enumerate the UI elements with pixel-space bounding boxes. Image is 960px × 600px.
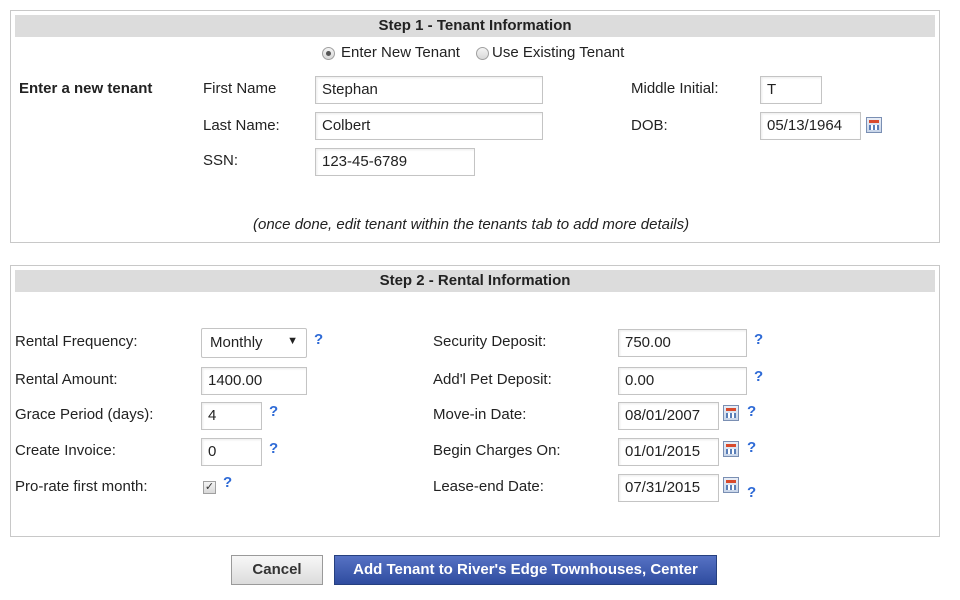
first-name-input[interactable]: Stephan [315,76,543,104]
rental-amount-input[interactable]: 1400.00 [201,367,307,395]
use-existing-tenant-label[interactable]: Use Existing Tenant [492,44,624,61]
help-icon[interactable]: ? [754,331,763,348]
help-icon[interactable]: ? [269,403,278,420]
pet-deposit-input[interactable]: 0.00 [618,367,747,395]
begin-charges-input[interactable]: 01/01/2015 [618,438,719,466]
create-invoice-input[interactable]: 0 [201,438,262,466]
move-in-date-label: Move-in Date: [433,406,527,423]
middle-initial-input[interactable]: T [760,76,822,104]
ssn-label: SSN: [203,152,239,169]
tenant-note: (once done, edit tenant within the tenan… [253,216,690,233]
last-name-input[interactable]: Colbert [315,112,543,140]
dob-label: DOB: [631,117,668,134]
calendar-icon[interactable] [723,441,739,457]
security-deposit-label: Security Deposit: [433,333,547,350]
pet-deposit-label: Add'l Pet Deposit: [433,371,552,388]
create-invoice-label: Create Invoice: [15,442,116,459]
prorate-label: Pro-rate first month: [15,478,148,495]
step1-header: Step 1 - Tenant Information [15,15,935,37]
rental-frequency-label: Rental Frequency: [15,333,138,350]
calendar-icon[interactable] [723,405,739,421]
rental-frequency-select[interactable]: Monthly ▼ [201,328,307,358]
first-name-label: First Name [203,80,277,97]
calendar-icon[interactable] [723,477,739,493]
help-icon[interactable]: ? [747,484,756,501]
use-existing-tenant-radio[interactable] [476,47,489,60]
help-icon[interactable]: ? [314,331,323,348]
cancel-button[interactable]: Cancel [231,555,323,585]
last-name-label: Last Name: [203,117,280,134]
lease-end-date-label: Lease-end Date: [433,478,544,495]
rental-information-panel: Step 2 - Rental Information Rental Frequ… [10,265,940,537]
enter-new-tenant-section-label: Enter a new tenant [19,80,153,97]
help-icon[interactable]: ? [747,439,756,456]
begin-charges-label: Begin Charges On: [433,442,561,459]
rental-amount-label: Rental Amount: [15,371,118,388]
move-in-date-input[interactable]: 08/01/2007 [618,402,719,430]
enter-new-tenant-radio[interactable] [322,47,335,60]
security-deposit-input[interactable]: 750.00 [618,329,747,357]
middle-initial-label: Middle Initial: [631,80,719,97]
step2-header: Step 2 - Rental Information [15,270,935,292]
dropdown-arrow-icon: ▼ [287,335,298,347]
ssn-input[interactable]: 123-45-6789 [315,148,475,176]
enter-new-tenant-label[interactable]: Enter New Tenant [341,44,460,61]
grace-period-input[interactable]: 4 [201,402,262,430]
dob-input[interactable]: 05/13/1964 [760,112,861,140]
help-icon[interactable]: ? [223,474,232,491]
help-icon[interactable]: ? [269,440,278,457]
rental-frequency-value: Monthly [210,334,263,351]
help-icon[interactable]: ? [754,368,763,385]
grace-period-label: Grace Period (days): [15,406,154,423]
lease-end-date-input[interactable]: 07/31/2015 [618,474,719,502]
help-icon[interactable]: ? [747,403,756,420]
prorate-checkbox[interactable]: ✓ [203,481,216,494]
calendar-icon[interactable] [866,117,882,133]
add-tenant-button[interactable]: Add Tenant to River's Edge Townhouses, C… [334,555,717,585]
tenant-information-panel: Step 1 - Tenant Information Enter New Te… [10,10,940,243]
